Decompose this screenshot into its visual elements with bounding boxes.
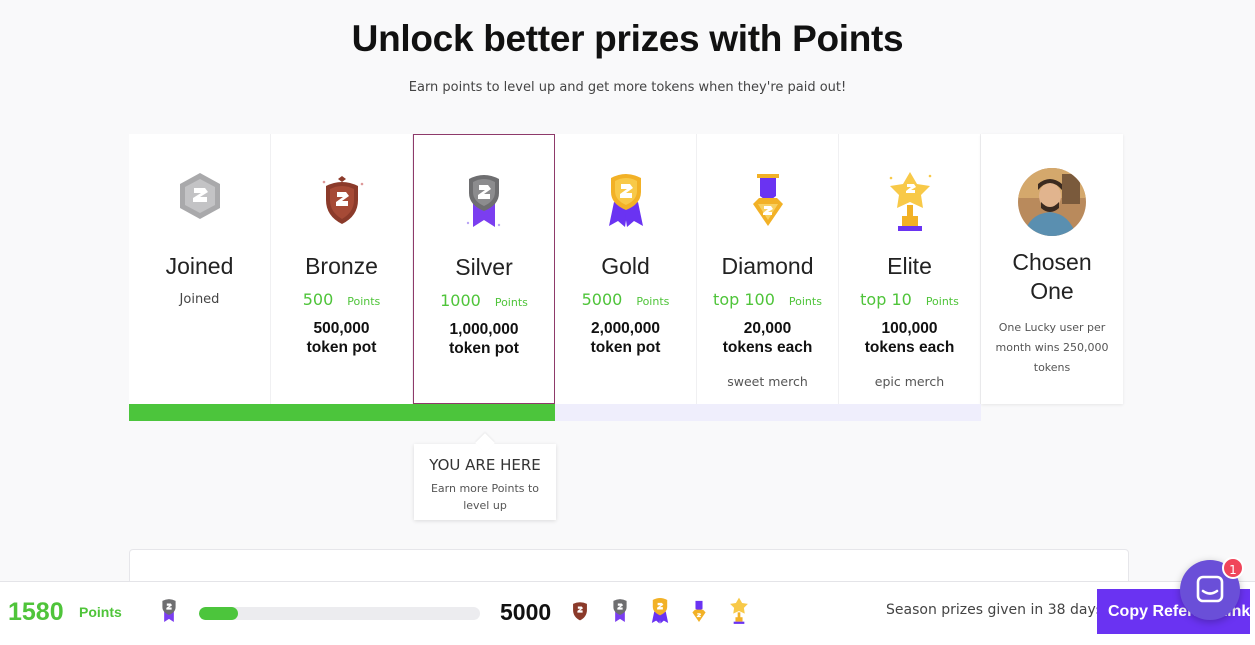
bronze-shield-icon [271,170,412,236]
tier-points: top 10 [860,290,912,309]
silver-ribbon-icon [158,596,180,630]
tier-joined-label: Joined [179,292,220,307]
current-points: 1580 [8,598,64,626]
target-points: 5000 [500,599,552,625]
tier-name: Elite [887,253,932,279]
tier-card-bronze: Bronze 500 Points 500,000 token pot [271,134,413,404]
page-title: Unlock better prizes with Points [351,18,904,59]
tier-points-label: Points [925,295,959,308]
tier-progress-fill [129,404,555,421]
tier-name: Silver [455,254,513,280]
points-bottom-bar: 1580 Points 5000 Season prizes given in … [0,581,1255,645]
tier-reward: 20,000 tokens each [722,320,813,356]
you-are-here-tooltip: YOU ARE HERE Earn more Points to level u… [414,444,556,520]
chosen-one-avatar [1018,168,1086,236]
tier-points: 1000 [440,291,481,310]
joined-badge-icon [129,170,270,236]
tier-card-joined: Joined Joined [129,134,271,404]
chat-unread-badge: 1 [1222,557,1244,579]
tier-points: 500 [302,290,334,309]
diamond-medal-icon [688,596,710,630]
current-points-label: Points [79,604,122,620]
tier-card-chosen-one: Chosen One One Lucky user per month wins… [981,134,1123,404]
tier-card-diamond: Diamond top 100 Points 20,000 tokens eac… [697,134,839,404]
tier-points-label: Points [347,295,381,308]
tier-points: top 100 [713,290,775,309]
silver-ribbon-icon [414,171,554,237]
page-subtitle: Earn points to level up and get more tok… [408,80,847,95]
tier-list: Joined Joined Bronze 500 Points 500,000 … [129,134,1123,404]
tier-points: 5000 [581,290,623,309]
diamond-medal-icon [697,170,838,236]
silver-ribbon-icon [609,596,631,630]
elite-trophy-icon [839,170,980,236]
tier-extra: epic merch [874,374,945,389]
you-are-here-subtitle: Earn more Points to level up [430,482,540,512]
tier-name: Diamond [721,253,814,279]
you-are-here-title: YOU ARE HERE [429,456,541,474]
season-countdown: Season prizes given in 38 days [886,602,1104,618]
tier-progress-track [129,404,981,421]
tier-name: Joined [165,253,234,279]
tier-name: Chosen One [1012,249,1092,304]
tier-reward: 500,000 token pot [306,320,377,356]
tier-reward: 1,000,000 token pot [449,321,519,357]
tier-name: Gold [601,253,650,279]
bronze-shield-icon [567,596,593,628]
gold-medal-icon [648,596,672,630]
tier-name: Bronze [305,253,378,279]
tier-reward: 2,000,000 token pot [590,320,661,356]
tier-reward: 100,000 tokens each [864,320,955,356]
elite-trophy-icon [727,596,751,630]
tier-card-gold: Gold 5000 Points 2,000,000 token pot [555,134,697,404]
tier-points-label: Points [788,295,822,308]
points-progress-bar [199,607,480,620]
tier-extra: sweet merch [727,374,808,389]
gold-medal-icon [555,170,696,236]
tier-points-label: Points [494,296,528,309]
points-progress-fill [199,607,239,620]
tier-points-label: Points [636,295,670,308]
tier-card-silver: Silver 1000 Points 1,000,000 token pot [413,134,555,404]
tier-description: One Lucky user per month wins 250,000 to… [995,321,1109,374]
tier-card-elite: Elite top 10 Points 100,000 tokens each … [839,134,981,404]
